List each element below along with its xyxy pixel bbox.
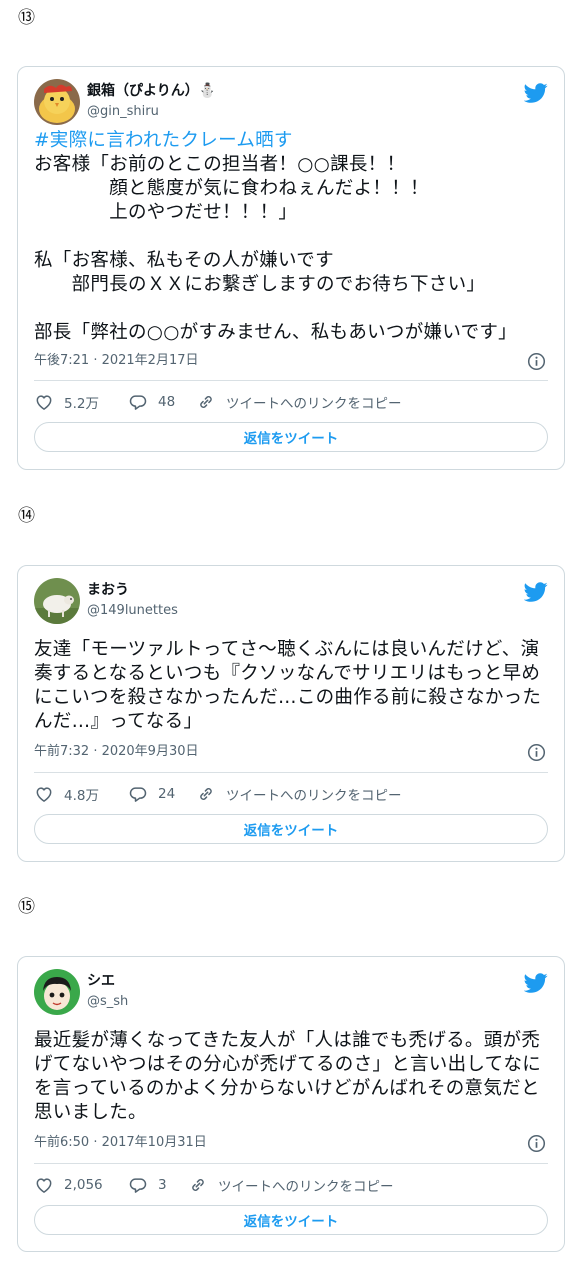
- reply-button[interactable]: 3: [128, 1175, 188, 1195]
- avatar-cartoon-image: [34, 969, 80, 1015]
- divider: [34, 380, 548, 381]
- tweet-card: まおう @149lunettes 友達「モーツァルトってさ〜聴くぶんには良いんだ…: [17, 565, 565, 862]
- reply-tweet-button[interactable]: 返信をツイート: [34, 422, 548, 452]
- info-icon[interactable]: [527, 1134, 546, 1153]
- twitter-bird-icon[interactable]: [524, 81, 548, 105]
- info-icon[interactable]: [527, 352, 546, 371]
- section-number: ⑭: [18, 506, 35, 526]
- user-handle[interactable]: @s_sh: [87, 993, 128, 1010]
- link-icon: [200, 396, 212, 408]
- copy-link-button[interactable]: ツイートへのリンクをコピー: [196, 784, 402, 804]
- avatar-sheep-image: [34, 578, 80, 624]
- divider: [34, 772, 548, 773]
- reply-bubble-icon: [129, 787, 147, 802]
- display-name[interactable]: シエ: [87, 972, 115, 990]
- like-count: 4.8万: [64, 788, 99, 804]
- tweet-timestamp[interactable]: 午後7:21 · 2021年2月17日: [34, 352, 199, 370]
- tweet-text: 友達「モーツァルトってさ〜聴くぶんには良いんだけど、演奏するとなるといつも『クソ…: [34, 639, 542, 732]
- reply-bubble-icon: [129, 395, 147, 410]
- reply-button[interactable]: 48: [128, 392, 196, 412]
- heart-icon: [36, 787, 52, 802]
- user-handle[interactable]: @149lunettes: [87, 602, 178, 619]
- like-count: 5.2万: [64, 396, 99, 412]
- heart-icon: [36, 1178, 52, 1193]
- tweet-actions: 4.8万 24 ツイートへのリンクをコピー: [34, 783, 402, 805]
- like-button[interactable]: 4.8万: [34, 784, 128, 804]
- twitter-bird-icon[interactable]: [524, 971, 548, 995]
- like-count: 2,056: [64, 1177, 103, 1193]
- tweet-timestamp[interactable]: 午前7:32 · 2020年9月30日: [34, 743, 199, 761]
- display-name[interactable]: 銀箱（ぴよりん）⛄: [87, 82, 216, 100]
- copy-link-label: ツイートへのリンクをコピー: [226, 788, 402, 804]
- avatar[interactable]: [34, 969, 80, 1015]
- reply-tweet-button[interactable]: 返信をツイート: [34, 1205, 548, 1235]
- reply-bubble-icon: [129, 1178, 147, 1193]
- link-icon: [192, 1179, 204, 1191]
- tweet-actions: 5.2万 48 ツイートへのリンクをコピー: [34, 391, 402, 413]
- section-number: ⑬: [18, 8, 35, 28]
- tweet-text: 最近髪が薄くなってきた友人が「人は誰でも禿げる。頭が禿げてないやつはその分心が禿…: [34, 1030, 542, 1123]
- reply-button[interactable]: 24: [128, 784, 196, 804]
- tweet-card: シエ @s_sh 最近髪が薄くなってきた友人が「人は誰でも禿げる。頭が禿げてない…: [17, 956, 565, 1252]
- tweet-hashtag-line: #実際に言われたクレーム晒す: [34, 129, 554, 153]
- reply-count: 48: [158, 394, 176, 410]
- avatar[interactable]: [34, 578, 80, 624]
- copy-link-button[interactable]: ツイートへのリンクをコピー: [188, 1175, 394, 1195]
- tweet-actions: 2,056 3 ツイートへのリンクをコピー: [34, 1174, 394, 1196]
- like-button[interactable]: 5.2万: [34, 392, 128, 412]
- copy-link-button[interactable]: ツイートへのリンクをコピー: [196, 392, 402, 412]
- reply-count: 3: [158, 1177, 167, 1193]
- heart-icon: [36, 395, 52, 410]
- section-number: ⑮: [18, 897, 35, 917]
- copy-link-label: ツイートへのリンクをコピー: [226, 396, 402, 412]
- info-icon[interactable]: [527, 743, 546, 762]
- hashtag-link[interactable]: #実際に言われたクレーム晒す: [34, 130, 293, 151]
- divider: [34, 1163, 548, 1164]
- twitter-bird-icon[interactable]: [524, 580, 548, 604]
- avatar[interactable]: [34, 79, 80, 125]
- tweet-card: 銀箱（ぴよりん）⛄ @gin_shiru #実際に言われたクレーム晒す お客様「…: [17, 66, 565, 470]
- like-button[interactable]: 2,056: [34, 1175, 128, 1195]
- avatar-chick-image: [34, 79, 80, 125]
- link-icon: [200, 788, 212, 800]
- reply-tweet-button[interactable]: 返信をツイート: [34, 814, 548, 844]
- display-name[interactable]: まおう: [87, 581, 129, 599]
- tweet-text: お客様「お前のとこの担当者！○○課長！！ 顔と態度が気に食わねぇんだよ！！！ 上…: [34, 154, 517, 343]
- reply-count: 24: [158, 786, 176, 802]
- tweet-timestamp[interactable]: 午前6:50 · 2017年10月31日: [34, 1134, 207, 1152]
- user-handle[interactable]: @gin_shiru: [87, 103, 159, 120]
- copy-link-label: ツイートへのリンクをコピー: [218, 1179, 394, 1195]
